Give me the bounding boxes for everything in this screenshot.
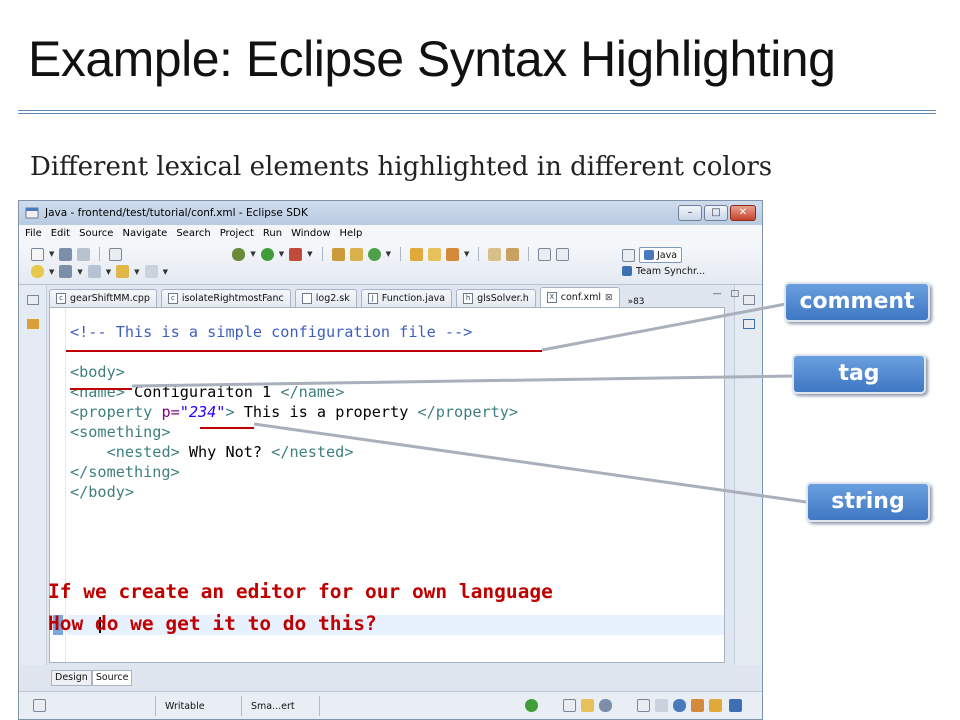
comment-connector (541, 302, 787, 352)
comment-callout: comment (784, 282, 930, 322)
tag-connector (131, 374, 795, 388)
question-text: If we create an editor for our own langu… (48, 576, 553, 640)
string-connector (253, 422, 807, 504)
tag-callout: tag (792, 354, 926, 394)
question-line-2: How do we get it to do this? (48, 612, 377, 635)
question-line-1: If we create an editor for our own langu… (48, 580, 553, 603)
string-callout: string (806, 482, 930, 522)
